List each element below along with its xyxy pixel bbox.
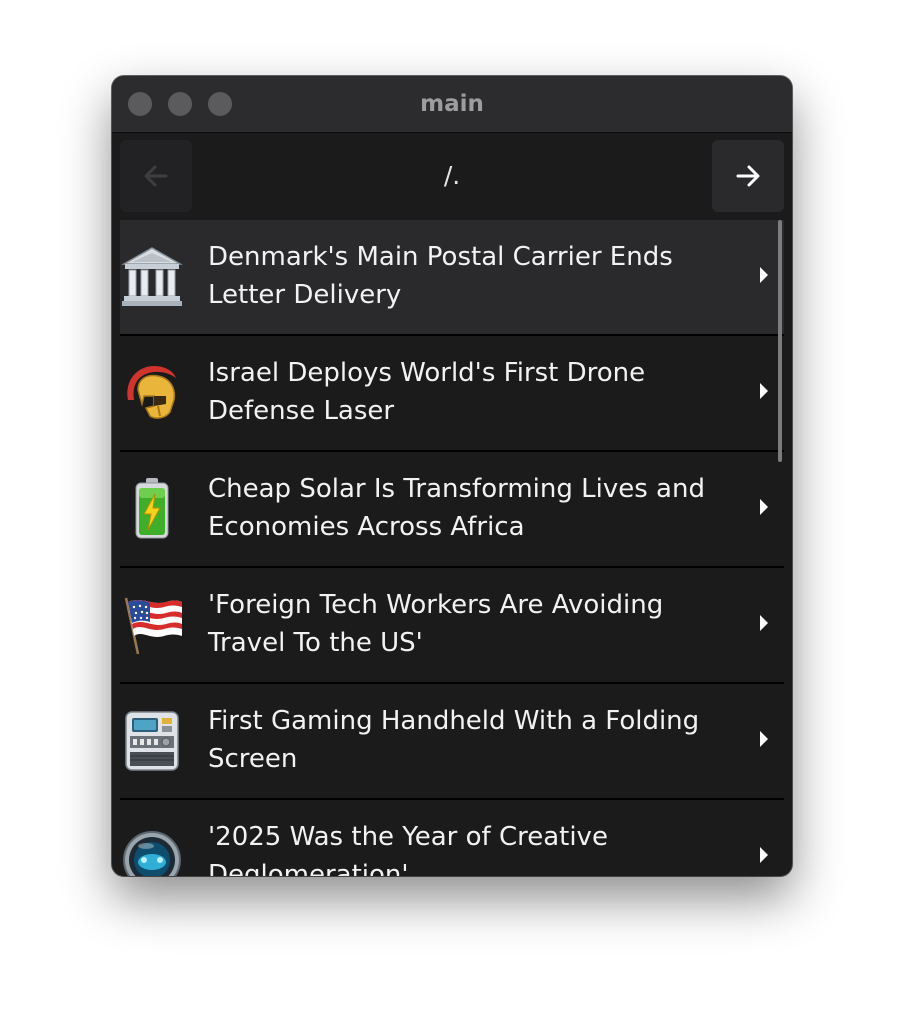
title-bar[interactable]: main [112,76,792,133]
list-item[interactable]: First Gaming Handheld With a Folding Scr… [120,684,784,800]
classical-building-icon [121,247,183,306]
list-item-label: Denmark's Main Postal Carrier Ends Lette… [208,242,673,310]
list-item-label: Cheap Solar Is Transforming Lives and Ec… [208,474,705,542]
arrow-left-icon [144,165,168,187]
back-button[interactable] [120,140,192,212]
navigation-bar: /. [112,133,792,219]
app-window: main /. Denmark's Main Postal Carrier En… [112,76,792,876]
list-item[interactable]: '2025 Was the Year of Creative Deglomera… [120,800,784,876]
list-item[interactable]: 'Foreign Tech Workers Are Avoiding Trave… [120,568,784,684]
current-path: /. [443,161,461,190]
chevron-right-icon [760,847,768,863]
list-item-label: '2025 Was the Year of Creative Deglomera… [208,822,608,876]
forward-button[interactable] [712,140,784,212]
robot-eye-icon [123,831,181,876]
chevron-right-icon [760,499,768,515]
chevron-right-icon [760,267,768,283]
arrow-right-icon [736,165,760,187]
scrollbar-thumb[interactable] [778,220,782,462]
window-title: main [420,91,484,117]
chevron-right-icon [760,731,768,747]
battery-icon [135,478,169,539]
list-item-label: First Gaming Handheld With a Folding Scr… [208,706,700,774]
chevron-right-icon [760,615,768,631]
article-list[interactable]: Denmark's Main Postal Carrier Ends Lette… [120,220,784,876]
list-item-label: Israel Deploys World's First Drone Defen… [208,358,646,426]
list-item[interactable]: Israel Deploys World's First Drone Defen… [120,336,784,452]
list-item-label: 'Foreign Tech Workers Are Avoiding Trave… [208,590,664,658]
us-flag-icon [124,597,182,655]
spartan-helmet-icon [127,366,176,419]
list-item[interactable]: Cheap Solar Is Transforming Lives and Ec… [120,452,784,568]
retro-computer-icon [125,711,179,771]
chevron-right-icon [760,383,768,399]
list-item[interactable]: Denmark's Main Postal Carrier Ends Lette… [120,220,784,336]
